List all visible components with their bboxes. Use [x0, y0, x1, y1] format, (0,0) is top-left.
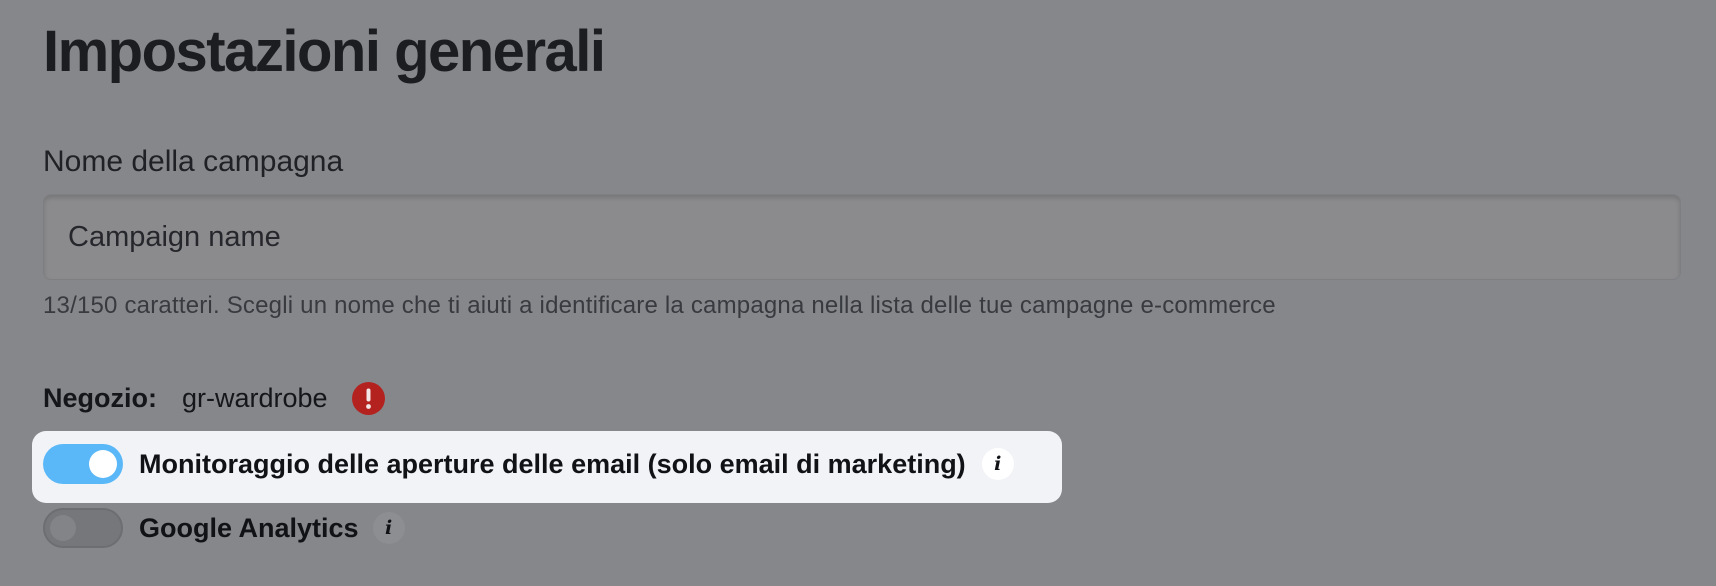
campaign-name-field[interactable] [43, 194, 1681, 280]
toggle-knob [89, 450, 117, 478]
info-icon[interactable]: i [981, 448, 1014, 480]
campaign-name-input[interactable] [44, 195, 1680, 279]
page-title: Impostazioni generali [43, 19, 606, 84]
store-label: Negozio: [43, 382, 157, 413]
toggle-row-google-analytics: Google Analytics i [43, 506, 405, 550]
toggle-knob [50, 515, 76, 541]
error-exclamation-icon[interactable] [351, 381, 385, 415]
info-icon[interactable]: i [372, 512, 405, 544]
google-analytics-toggle[interactable] [43, 508, 123, 548]
email-open-tracking-label: Monitoraggio delle aperture delle email … [139, 448, 966, 479]
toggle-row-email-open-tracking: Monitoraggio delle aperture delle email … [43, 442, 1014, 486]
store-value: gr-wardrobe [182, 382, 328, 413]
google-analytics-label: Google Analytics [139, 512, 359, 543]
campaign-name-helper: 13/150 caratteri. Scegli un nome che ti … [43, 292, 1276, 319]
campaign-name-label: Nome della campagna [43, 145, 344, 178]
store-row: Negozio: gr-wardrobe [43, 377, 385, 419]
email-open-tracking-toggle[interactable] [43, 444, 123, 484]
